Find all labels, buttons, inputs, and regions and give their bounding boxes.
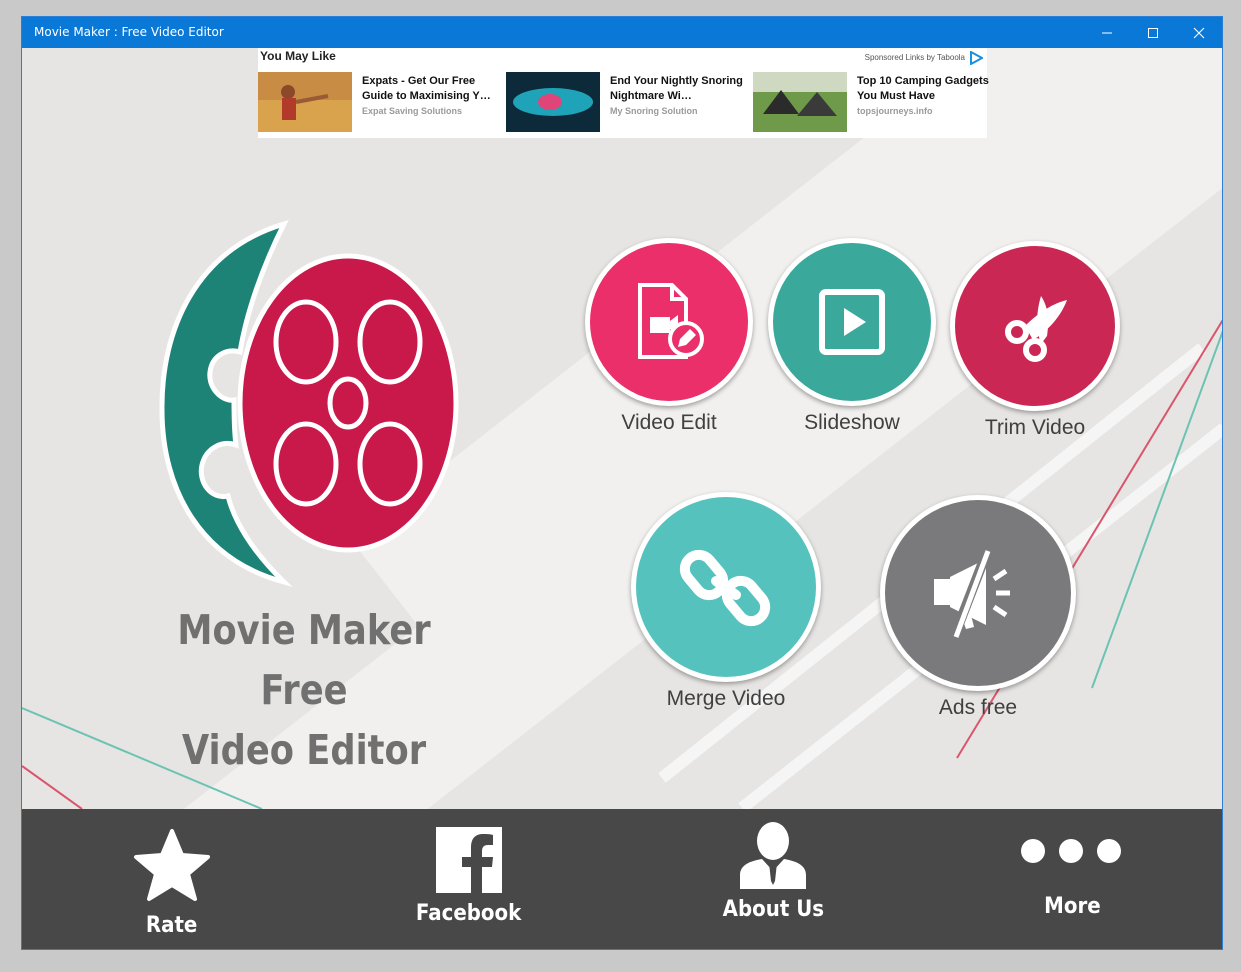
ad-sponsor-label[interactable]: Sponsored Links by Taboola (865, 53, 965, 62)
rate-button[interactable]: Rate (112, 809, 232, 949)
nav-label: Facebook (416, 901, 522, 926)
sponsored-ad-banner[interactable]: You May Like Sponsored Links by Taboola … (258, 48, 989, 138)
minimize-icon (1102, 32, 1112, 33)
ad-source: topsjourneys.info (857, 106, 933, 116)
ad-thumbnail (506, 72, 600, 132)
nav-label: Rate (146, 913, 198, 938)
trim-video-circle (950, 241, 1120, 411)
trim-video-button[interactable]: Trim Video (950, 241, 1120, 440)
scissors-icon (1005, 296, 1067, 362)
nav-label: About Us (722, 897, 824, 922)
more-dots-icon (1021, 839, 1121, 863)
ads-free-circle (880, 495, 1076, 691)
feature-label: Ads free (938, 696, 1018, 719)
about-us-button[interactable]: About Us (708, 809, 838, 949)
close-icon (1193, 27, 1205, 38)
play-square-icon (819, 289, 885, 355)
ad-item[interactable]: End Your Nightly Snoring Nightmare Wi… M… (506, 72, 746, 132)
app-title: Movie Maker Free Video Editor (139, 600, 469, 780)
ad-item[interactable]: Expats - Get Our Free Guide to Maximisin… (258, 72, 498, 132)
facebook-button[interactable]: Facebook (404, 809, 534, 949)
taboola-icon[interactable] (969, 51, 983, 65)
merge-video-circle (631, 492, 821, 682)
title-bar: Movie Maker : Free Video Editor (22, 17, 1222, 48)
feature-label: Video Edit (621, 411, 717, 434)
ad-title: Top 10 Camping Gadgets You Must Have (857, 75, 989, 102)
chain-link-icon (679, 549, 771, 627)
video-edit-circle (585, 238, 753, 406)
merge-video-button[interactable]: Merge Video (629, 492, 823, 711)
ads-free-button[interactable]: Ads free (880, 495, 1076, 720)
more-button[interactable]: More (1012, 809, 1132, 949)
film-reel-logo (159, 220, 459, 587)
person-icon (740, 822, 806, 889)
bottom-nav-bar: Rate Facebook About Us More (22, 809, 1222, 949)
ad-thumbnail (753, 72, 847, 132)
feature-label: Slideshow (804, 411, 900, 434)
ad-source: Expat Saving Solutions (362, 106, 463, 116)
main-content: You May Like Sponsored Links by Taboola … (22, 48, 1222, 809)
ad-title: End Your Nightly Snoring Nightmare Wi… (610, 75, 743, 102)
minimize-button[interactable] (1084, 17, 1130, 48)
feature-label: Trim Video (984, 416, 1086, 439)
app-window: Movie Maker : Free Video Editor You May … (21, 16, 1223, 950)
ad-item[interactable]: Top 10 Camping Gadgets You Must Have top… (753, 72, 993, 132)
facebook-icon (436, 827, 502, 893)
app-title-line: Video Editor (181, 726, 427, 774)
slideshow-button[interactable]: Slideshow (767, 238, 937, 435)
ad-heading: You May Like (260, 49, 336, 63)
feature-label: Merge Video (666, 687, 786, 710)
mute-megaphone-icon (934, 547, 1010, 639)
star-icon (134, 829, 210, 901)
nav-label: More (1043, 894, 1101, 919)
slideshow-circle (768, 238, 936, 406)
video-edit-button[interactable]: Video Edit (584, 238, 754, 435)
close-button[interactable] (1176, 17, 1222, 48)
ad-thumbnail (258, 72, 352, 132)
app-title-line: Movie Maker Free (177, 606, 431, 714)
ad-title: Expats - Get Our Free Guide to Maximisin… (362, 75, 491, 102)
maximize-icon (1148, 27, 1158, 38)
maximize-button[interactable] (1130, 17, 1176, 48)
ad-source: My Snoring Solution (610, 106, 698, 116)
window-title: Movie Maker : Free Video Editor (34, 25, 224, 39)
video-file-edit-icon (638, 283, 704, 359)
